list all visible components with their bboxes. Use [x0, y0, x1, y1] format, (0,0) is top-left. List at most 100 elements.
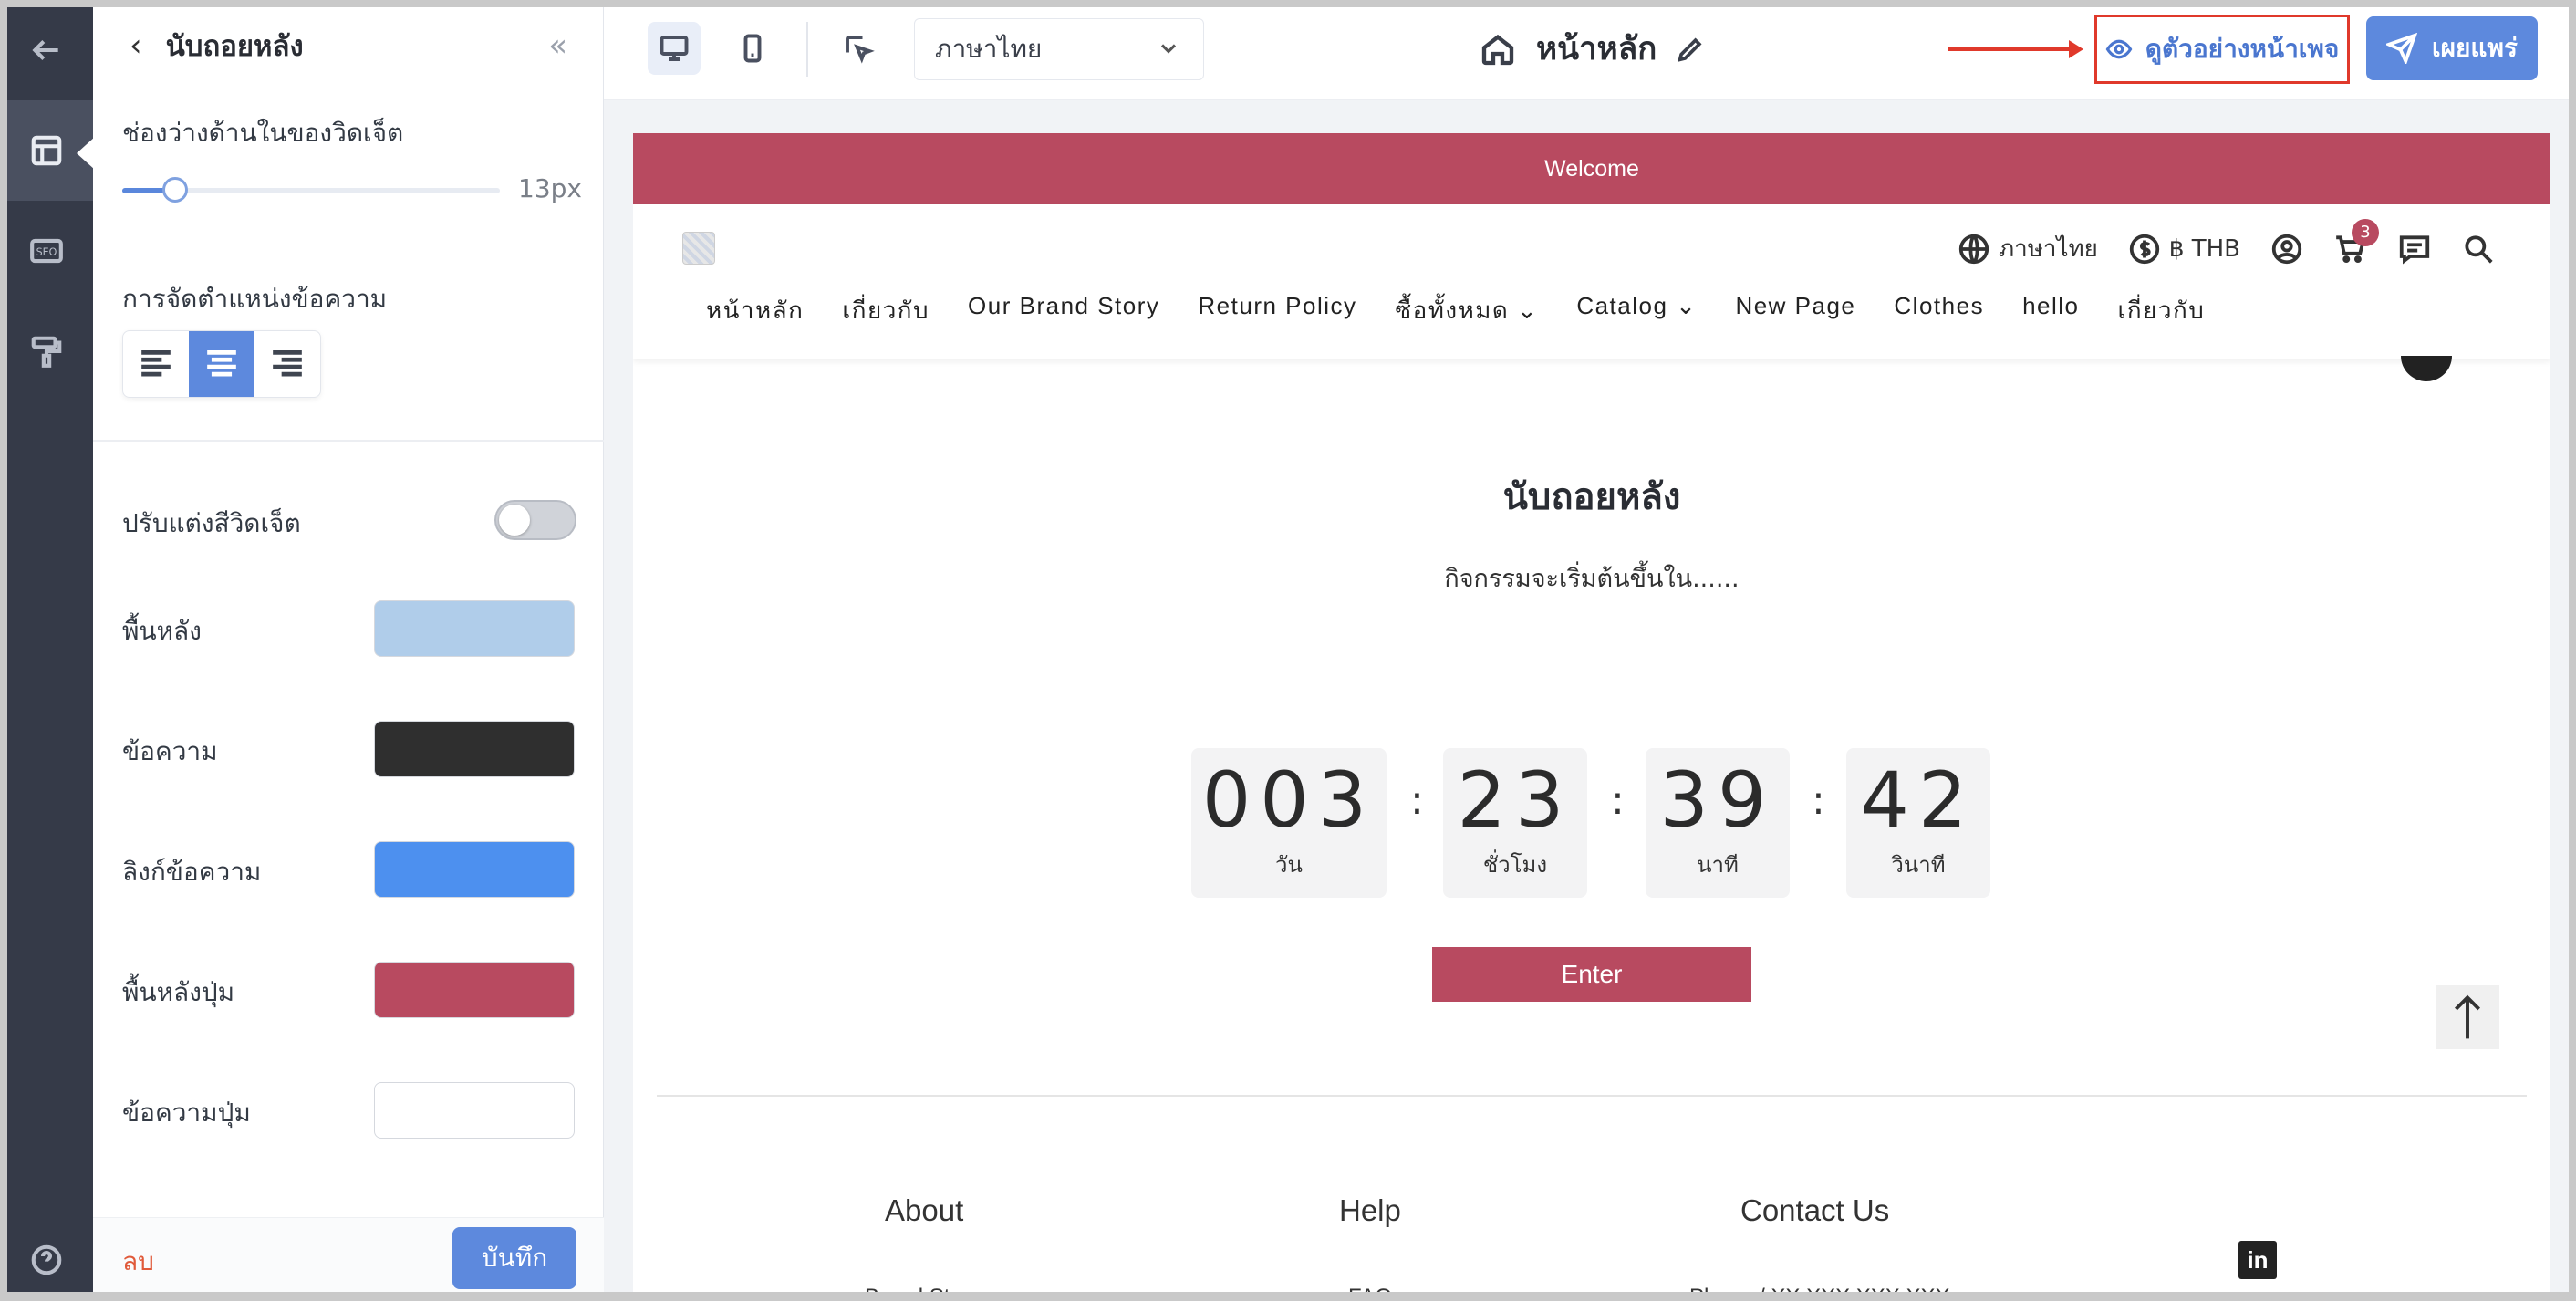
color-swatch-background[interactable]	[374, 600, 575, 657]
nav-item-dropdown[interactable]: ซื้อทั้งหมด ⌄	[1396, 292, 1539, 329]
padding-value: 13px	[518, 173, 582, 203]
hours-label: ชั่วโมง	[1482, 852, 1548, 878]
cursor-select-icon	[846, 36, 875, 64]
preview-page-button[interactable]: ดูตัวอย่างหน้าเพจ	[2094, 15, 2350, 84]
countdown-separator: :	[1812, 777, 1825, 824]
delete-button[interactable]: ลบ	[122, 1242, 154, 1282]
nav-item[interactable]: เกี่ยวกับ	[2118, 292, 2206, 329]
color-label-link: ลิงก์ข้อความ	[122, 857, 262, 887]
nav-item[interactable]: เกี่ยวกับ	[842, 292, 930, 329]
custom-color-toggle[interactable]	[494, 500, 576, 540]
collapse-panel-icon[interactable]: «	[548, 27, 567, 64]
nav-item[interactable]: หน้าหลัก	[706, 292, 804, 329]
text-align-group	[122, 330, 321, 398]
slider-thumb[interactable]	[161, 177, 188, 203]
days-value: 003	[1201, 755, 1376, 845]
chevron-down-icon	[1160, 44, 1177, 54]
footer-heading-contact: Contact Us	[1740, 1193, 1890, 1227]
color-swatch-link[interactable]	[374, 841, 575, 898]
nav-item[interactable]: Clothes	[1894, 292, 1984, 329]
eye-icon	[2105, 39, 2133, 59]
nav-item[interactable]: Return Policy	[1198, 292, 1356, 329]
color-swatch-text[interactable]	[374, 721, 575, 777]
editor-canvas: Welcome ภาษาไทย ฿ THB 3 หน้าหลัก เกี่ยวก…	[604, 100, 2576, 1301]
seconds-value: 42	[1860, 755, 1977, 845]
color-label-background: พื้นหลัง	[122, 616, 202, 646]
mobile-view-button[interactable]	[726, 22, 779, 75]
user-icon	[2271, 234, 2302, 264]
seo-tool-button[interactable]: SEO	[0, 201, 93, 301]
home-icon	[1481, 34, 1514, 65]
select-element-button[interactable]	[832, 22, 885, 75]
panel-footer: ลบ บันทึก	[93, 1217, 604, 1301]
hours-value: 23	[1457, 755, 1574, 845]
nav-item[interactable]: Our Brand Story	[968, 292, 1159, 329]
countdown-minutes: 39 นาที	[1646, 748, 1790, 898]
footer-link[interactable]: Brand Story	[865, 1285, 981, 1301]
paint-roller-icon	[31, 336, 62, 368]
linkedin-icon[interactable]: in	[2238, 1241, 2277, 1279]
header-actions: ภาษาไทย ฿ THB 3	[1927, 218, 2496, 267]
chevron-left-icon[interactable]: ‹	[130, 27, 142, 64]
back-button[interactable]	[0, 0, 93, 100]
align-left-button[interactable]	[123, 331, 189, 397]
globe-icon	[1958, 234, 1989, 264]
countdown-seconds: 42 วินาที	[1846, 748, 1990, 898]
align-center-icon	[207, 349, 236, 377]
footer-link[interactable]: Phone / XX XXX XXX XXX	[1689, 1285, 1950, 1301]
arrow-up-icon	[2454, 994, 2481, 1039]
scroll-to-top-button[interactable]	[2436, 985, 2499, 1049]
left-rail: SEO	[0, 0, 95, 1301]
footer-link[interactable]: FAQ	[1348, 1285, 1392, 1301]
chat-button[interactable]	[2397, 232, 2432, 266]
footer-divider	[657, 1095, 2527, 1097]
nav-item[interactable]: hello	[2022, 292, 2079, 329]
countdown-title: นับถอยหลัง	[1502, 476, 1681, 518]
main-nav: หน้าหลัก เกี่ยวกับ Our Brand Story Retur…	[706, 292, 2243, 329]
pencil-icon[interactable]	[1675, 34, 1706, 65]
currency-switcher[interactable]: ฿ THB	[2127, 232, 2240, 266]
site-header: ภาษาไทย ฿ THB 3 หน้าหลัก เกี่ยวกับ Our B…	[633, 204, 2550, 359]
site-logo[interactable]	[682, 232, 715, 265]
header-currency: ฿ THB	[2168, 234, 2240, 263]
save-button[interactable]: บันทึก	[452, 1227, 576, 1289]
desktop-view-button[interactable]	[648, 22, 701, 75]
align-left-icon	[141, 349, 171, 377]
search-button[interactable]	[2461, 232, 2496, 266]
align-right-button[interactable]	[254, 331, 320, 397]
toggle-knob	[499, 505, 530, 536]
nav-item-dropdown[interactable]: Catalog ⌄	[1576, 292, 1697, 329]
svg-text:SEO: SEO	[36, 246, 57, 258]
color-swatch-button-text[interactable]	[374, 1082, 575, 1139]
editor-topbar: ภาษาไทย หน้าหลัก ดูตัวอย่างหน้าเพจ เผยแพ…	[604, 0, 2576, 100]
account-button[interactable]	[2270, 232, 2304, 266]
preview-label: ดูตัวอย่างหน้าเพจ	[2145, 34, 2340, 64]
countdown-subtitle: กิจกรรมจะเริ่มต้นขึ้นใน......	[1444, 565, 1740, 593]
countdown-enter-button[interactable]: Enter	[1432, 947, 1751, 1002]
active-pointer	[77, 137, 95, 170]
annotation-arrow	[1948, 40, 2083, 58]
color-swatch-button-bg[interactable]	[374, 962, 575, 1018]
publish-button[interactable]: เผยแพร่	[2366, 16, 2538, 80]
floating-circle	[2401, 356, 2452, 381]
section-divider	[93, 440, 604, 442]
padding-label: ช่องว่างด้านในของวิดเจ็ต	[122, 118, 404, 148]
countdown-days: 003 วัน	[1191, 748, 1387, 898]
announcement-bar: Welcome	[633, 133, 2550, 204]
header-language: ภาษาไทย	[1998, 235, 2098, 263]
layout-icon	[31, 135, 62, 166]
language-switcher[interactable]: ภาษาไทย	[1957, 230, 2098, 267]
panel-title: นับถอยหลัง	[165, 30, 304, 63]
cart-button[interactable]: 3	[2333, 218, 2379, 266]
footer-heading-about: About	[885, 1193, 964, 1227]
padding-slider[interactable]	[122, 177, 500, 203]
search-icon	[2465, 234, 2493, 264]
language-select[interactable]: ภาษาไทย	[914, 18, 1204, 80]
text-align-label: การจัดตำแหน่งข้อความ	[122, 284, 388, 314]
theme-tool-button[interactable]	[0, 301, 93, 401]
align-center-button[interactable]	[189, 331, 254, 397]
align-right-icon	[273, 349, 302, 377]
countdown-hours: 23 ชั่วโมง	[1443, 748, 1587, 898]
help-button[interactable]	[0, 1210, 93, 1301]
nav-item[interactable]: New Page	[1735, 292, 1855, 329]
